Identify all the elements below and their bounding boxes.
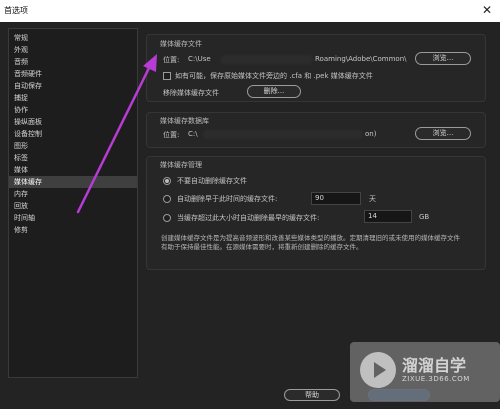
save-beside-media-label: 如有可能，保存原始媒体文件旁边的 .cfa 和 .pek 媒体缓存文件 bbox=[175, 72, 373, 80]
sidebar-item-audio-hardware[interactable]: 音频硬件 bbox=[9, 68, 137, 80]
media-cache-files-group: 媒体缓存文件 位置: C:\Use Roaming\Adobe\Common\ … bbox=[146, 34, 486, 102]
sidebar-item-labels[interactable]: 标签 bbox=[9, 152, 137, 164]
preferences-sidebar: 常规 外观 音频 音频硬件 自动保存 捕捉 协作 操纵面板 设备控制 图形 标签… bbox=[8, 28, 138, 378]
delete-size-label: 当缓存超过此大小时自动删除最早的缓存文件: bbox=[177, 214, 320, 222]
cache-files-browse-button[interactable]: 浏览... bbox=[415, 52, 471, 65]
sidebar-item-media[interactable]: 媒体 bbox=[9, 164, 137, 176]
sidebar-item-device-control[interactable]: 设备控制 bbox=[9, 128, 137, 140]
watermark-title: 溜溜自学 bbox=[402, 356, 467, 375]
sidebar-item-audio[interactable]: 音频 bbox=[9, 56, 137, 68]
remove-cache-label: 移除媒体缓存文件 bbox=[163, 89, 219, 97]
no-auto-delete-radio[interactable] bbox=[163, 177, 171, 185]
no-auto-delete-label: 不要自动删除缓存文件 bbox=[177, 177, 247, 185]
sidebar-item-collaboration[interactable]: 协作 bbox=[9, 104, 137, 116]
sidebar-item-timeline[interactable]: 时间轴 bbox=[9, 212, 137, 224]
cache-description: 创建媒体缓存文件是为提高音频波形和改善某些媒体类型的播放。定期清理旧的或未使用的… bbox=[161, 234, 460, 251]
cache-db-location-suffix: on) bbox=[365, 130, 377, 138]
window-title: 首选项 bbox=[4, 6, 28, 15]
sidebar-item-graphics[interactable]: 图形 bbox=[9, 140, 137, 152]
sidebar-item-appearance[interactable]: 外观 bbox=[9, 44, 137, 56]
cache-management-title: 媒体缓存管理 bbox=[160, 161, 202, 169]
cache-files-location-suffix: Roaming\Adobe\Common\ bbox=[315, 55, 407, 63]
sidebar-item-autosave[interactable]: 自动保存 bbox=[9, 80, 137, 92]
cache-files-location-prefix: C:\Use bbox=[188, 55, 211, 63]
watermark: 溜溜自学 ZIXUE.3D66.COM bbox=[350, 342, 500, 402]
cache-files-location-label: 位置: bbox=[163, 56, 180, 64]
size-gb-input[interactable]: 14 bbox=[364, 210, 412, 223]
sidebar-item-capture[interactable]: 捕捉 bbox=[9, 92, 137, 104]
delete-older-radio[interactable] bbox=[163, 195, 171, 203]
delete-cache-button[interactable]: 删除... bbox=[247, 85, 301, 98]
media-cache-db-title: 媒体缓存数据库 bbox=[160, 117, 209, 125]
size-unit: GB bbox=[419, 213, 430, 221]
cache-db-location-label: 位置: bbox=[163, 131, 180, 139]
media-cache-db-group: 媒体缓存数据库 位置: C:\ on) 浏览... bbox=[146, 112, 486, 148]
help-button[interactable]: 帮助 bbox=[284, 389, 340, 401]
cache-db-location-prefix: C:\ bbox=[188, 130, 198, 138]
media-cache-panel: 媒体缓存文件 位置: C:\Use Roaming\Adobe\Common\ … bbox=[146, 28, 492, 368]
sidebar-item-memory[interactable]: 内存 bbox=[9, 188, 137, 200]
sidebar-item-media-cache[interactable]: 媒体缓存 bbox=[9, 176, 137, 188]
blurred-path bbox=[203, 130, 363, 139]
media-cache-files-title: 媒体缓存文件 bbox=[160, 40, 202, 48]
cache-management-group: 媒体缓存管理 不要自动删除缓存文件 自动删除早于此时间的缓存文件: 90 天 当… bbox=[146, 156, 486, 270]
days-unit: 天 bbox=[369, 195, 376, 203]
cache-db-browse-button[interactable]: 浏览... bbox=[415, 127, 471, 140]
sidebar-item-control-surface[interactable]: 操纵面板 bbox=[9, 116, 137, 128]
play-logo-icon bbox=[360, 352, 396, 388]
sidebar-item-trim[interactable]: 修剪 bbox=[9, 224, 137, 236]
sidebar-item-general[interactable]: 常规 bbox=[9, 32, 137, 44]
watermark-url: ZIXUE.3D66.COM bbox=[402, 375, 470, 383]
delete-older-label: 自动删除早于此时间的缓存文件: bbox=[177, 195, 278, 203]
days-input[interactable]: 90 bbox=[311, 192, 361, 205]
delete-size-radio[interactable] bbox=[163, 214, 171, 222]
close-icon[interactable]: ✕ bbox=[482, 3, 492, 17]
blurred-path bbox=[221, 55, 313, 64]
title-bar: 首选项 ✕ bbox=[0, 0, 500, 22]
save-beside-media-checkbox[interactable] bbox=[163, 72, 171, 80]
sidebar-item-playback[interactable]: 回放 bbox=[9, 200, 137, 212]
